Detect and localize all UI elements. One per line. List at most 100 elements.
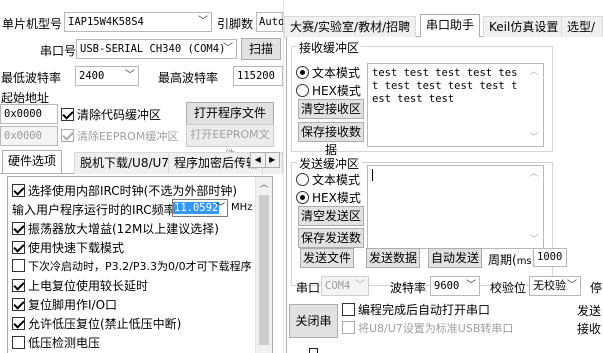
- option-label: 上电复位使用较长延时: [28, 279, 149, 293]
- port-select[interactable]: USB-SERIAL CH340 (COM4) ﹀: [76, 39, 237, 59]
- chevron-down-icon: ﹀: [567, 280, 577, 291]
- tab-hardware-options[interactable]: 硬件选项: [2, 150, 63, 173]
- rx-text-mode-radio[interactable]: 文本模式: [296, 64, 360, 81]
- auto-open-port-checkbox[interactable]: 编程完成后自动打开串口: [342, 301, 490, 318]
- auto-send-button[interactable]: 自动发送: [428, 248, 482, 268]
- option-fast-download[interactable]: 使用快速下载模式: [12, 239, 124, 256]
- send-scrollbar[interactable]: ︿ ﹀: [526, 166, 543, 248]
- receive-textarea[interactable]: test test test test test test test test …: [367, 63, 544, 147]
- scroll-down-icon[interactable]: ﹀: [526, 232, 542, 248]
- max-baud-select[interactable]: 115200: [233, 66, 283, 86]
- scroll-left-icon[interactable]: ◀: [251, 153, 266, 167]
- text-cursor: [372, 169, 373, 181]
- rx-hex-mode-radio[interactable]: HEX模式: [296, 82, 361, 99]
- checkbox-icon: [61, 108, 74, 121]
- serial-port-value: COM4: [325, 280, 351, 292]
- pins-select[interactable]: Auto: [256, 12, 285, 32]
- stop-bits-label: 停: [590, 281, 603, 295]
- option-low-voltage-detect[interactable]: 低压检测电压: [12, 334, 100, 351]
- option-label: 下次冷启动时，P3.2/P3.3为0/0才可下载程序: [28, 260, 252, 273]
- option-cold-boot[interactable]: 下次冷启动时，P3.2/P3.3为0/0才可下载程序: [12, 258, 252, 274]
- eeprom-address-input: 0x0000: [0, 126, 58, 146]
- left-panel: 单片机型号 IAP15W4K58S4 ﹀ 引脚数 Auto 串口号 USB-SE…: [0, 0, 285, 353]
- baud-select[interactable]: 9600 ﹀: [430, 276, 480, 296]
- pins-select-value: Auto: [259, 16, 285, 28]
- rx-text-mode-label: 文本模式: [312, 66, 361, 80]
- option-label: 振荡器放大增益(12M以上建议选择): [28, 222, 219, 236]
- chevron-down-icon: ﹀: [215, 203, 225, 213]
- option-low-voltage-reset[interactable]: 允许低压复位(禁止低压中断): [12, 315, 181, 332]
- open-program-button[interactable]: 打开程序文件: [186, 102, 274, 125]
- start-address-input[interactable]: 0x0000: [0, 104, 58, 124]
- right-panel: 大赛/实验室/教材/招聘 串口助手 Keil仿真设置 选型/价格/样 接收缓冲区…: [284, 0, 603, 353]
- send-textarea[interactable]: [367, 165, 544, 249]
- checkbox-icon: [12, 317, 25, 330]
- option-reset-pin-io[interactable]: 复位脚用作I/O口: [12, 296, 117, 313]
- serial-port-select: COM4 ﹀: [321, 276, 369, 296]
- checkbox-icon: [61, 129, 74, 142]
- tab-keil-settings[interactable]: Keil仿真设置: [483, 16, 565, 38]
- option-label: 复位脚用作I/O口: [28, 298, 118, 312]
- option-internal-irc[interactable]: 选择使用内部IRC时钟(不选为外部时钟): [12, 182, 237, 199]
- clear-receive-button[interactable]: 清空接收区: [298, 99, 364, 119]
- parity-value: 无校验: [533, 279, 566, 292]
- radio-icon: [296, 66, 309, 79]
- receive-content: test test test test test test test test …: [372, 67, 518, 105]
- scroll-down-icon[interactable]: ﹀: [526, 130, 542, 146]
- checkbox-icon: [12, 222, 25, 235]
- min-baud-select[interactable]: 2400 ﹀: [75, 66, 139, 86]
- scan-button[interactable]: 扫描: [241, 38, 281, 60]
- checkbox-icon: [12, 336, 25, 349]
- tab-offline-download[interactable]: 脱机下载/U8/U7: [74, 152, 175, 174]
- serial-port-label: 串口: [296, 281, 321, 295]
- baud-value: 9600: [434, 280, 460, 292]
- scroll-up-icon[interactable]: ︿: [256, 177, 272, 193]
- checkbox-icon: [12, 298, 25, 311]
- clear-send-button[interactable]: 清空发送区: [298, 206, 364, 226]
- port-select-value: USB-SERIAL CH340 (COM4): [80, 43, 226, 55]
- irc-frequency-unit: MHz: [231, 202, 253, 213]
- send-data-button[interactable]: 发送数据: [366, 248, 420, 268]
- baud-label: 波特率: [390, 281, 427, 295]
- tab-selection-price[interactable]: 选型/价格/样: [561, 16, 603, 38]
- option-label: 允许低压复位(禁止低压中断): [28, 317, 182, 331]
- tx-text-mode-radio[interactable]: 文本模式: [296, 171, 360, 188]
- scroll-right-icon[interactable]: ▶: [266, 153, 280, 167]
- save-send-button[interactable]: 保存发送数据: [298, 228, 364, 263]
- scrollbar-thumb[interactable]: [259, 195, 269, 345]
- min-baud-label: 最低波特率: [1, 71, 62, 85]
- clear-code-checkbox[interactable]: 清除代码缓冲区: [61, 106, 161, 123]
- scroll-up-icon[interactable]: ︿: [526, 166, 542, 182]
- tx-hex-mode-radio[interactable]: HEX模式: [296, 189, 361, 206]
- send-group-label: 发送缓冲区: [297, 155, 362, 172]
- save-receive-button[interactable]: 保存接收数据: [298, 122, 364, 157]
- checkbox-icon: [342, 303, 355, 316]
- hardware-options-panel: 选择使用内部IRC时钟(不选为外部时钟) 输入用户程序运行时的IRC频率 11.…: [7, 176, 273, 353]
- usb-serial-label: 将U8/U7设置为标准USB转串口: [358, 322, 514, 335]
- send-file-button[interactable]: 发送文件: [300, 248, 354, 268]
- tab-scroll-buttons[interactable]: ◀ ▶: [250, 152, 280, 168]
- max-baud-value: 115200: [237, 70, 275, 82]
- period-input[interactable]: 1000: [533, 248, 567, 267]
- irc-frequency-select[interactable]: 11.0592 ﹀: [172, 199, 228, 217]
- close-port-button[interactable]: 关闭串口: [289, 304, 338, 353]
- option-power-reset-delay[interactable]: 上电复位使用较长延时: [12, 277, 148, 294]
- checkbox-icon: [12, 241, 25, 254]
- period-label: 周期(ms): [488, 253, 536, 267]
- options-scrollbar[interactable]: ︿: [255, 177, 272, 353]
- chevron-down-icon: ﹀: [355, 280, 365, 291]
- option-label: 输入用户程序运行时的IRC频率: [12, 203, 176, 217]
- receive-scrollbar[interactable]: ︿ ﹀: [526, 64, 543, 146]
- scroll-up-icon[interactable]: ︿: [526, 64, 542, 80]
- tab-contest-lab[interactable]: 大赛/实验室/教材/招聘: [284, 16, 417, 38]
- mcu-select[interactable]: IAP15W4K58S4 ﹀: [64, 12, 212, 32]
- option-amplifier-gain[interactable]: 振荡器放大增益(12M以上建议选择): [12, 220, 219, 237]
- tx-hex-mode-label: HEX模式: [312, 191, 361, 205]
- main-tabs: 大赛/实验室/教材/招聘 串口助手 Keil仿真设置 选型/价格/样: [284, 14, 603, 38]
- parity-select[interactable]: 无校验 ﹀: [529, 276, 581, 296]
- usb-serial-checkbox: 将U8/U7设置为标准USB转串口: [342, 320, 513, 336]
- tab-serial-assistant[interactable]: 串口助手: [420, 14, 481, 37]
- port-label: 串口号: [40, 44, 77, 58]
- tx-text-mode-label: 文本模式: [312, 173, 361, 187]
- receive-group-label: 接收缓冲区: [297, 39, 362, 56]
